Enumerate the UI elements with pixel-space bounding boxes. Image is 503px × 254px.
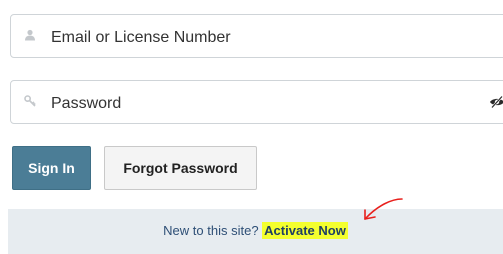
new-to-site-text: New to this site? bbox=[163, 223, 259, 238]
password-placeholder: Password bbox=[51, 95, 122, 112]
activation-prompt: New to this site? Activate Now bbox=[8, 222, 503, 239]
activate-now-link[interactable]: Activate Now bbox=[262, 222, 348, 239]
email-field[interactable]: Email or License Number bbox=[10, 14, 503, 58]
sign-in-button[interactable]: Sign In bbox=[12, 146, 91, 190]
key-icon bbox=[24, 94, 36, 107]
person-icon bbox=[24, 28, 36, 41]
eye-slash-icon[interactable] bbox=[489, 95, 503, 109]
forgot-password-button[interactable]: Forgot Password bbox=[104, 146, 257, 190]
password-field[interactable]: Password bbox=[10, 80, 503, 124]
annotation-arrow-icon bbox=[364, 198, 403, 220]
email-placeholder: Email or License Number bbox=[51, 29, 231, 46]
login-form: Email or License Number Password Sign In… bbox=[0, 0, 503, 254]
activation-banner: New to this site? Activate Now bbox=[8, 209, 503, 254]
